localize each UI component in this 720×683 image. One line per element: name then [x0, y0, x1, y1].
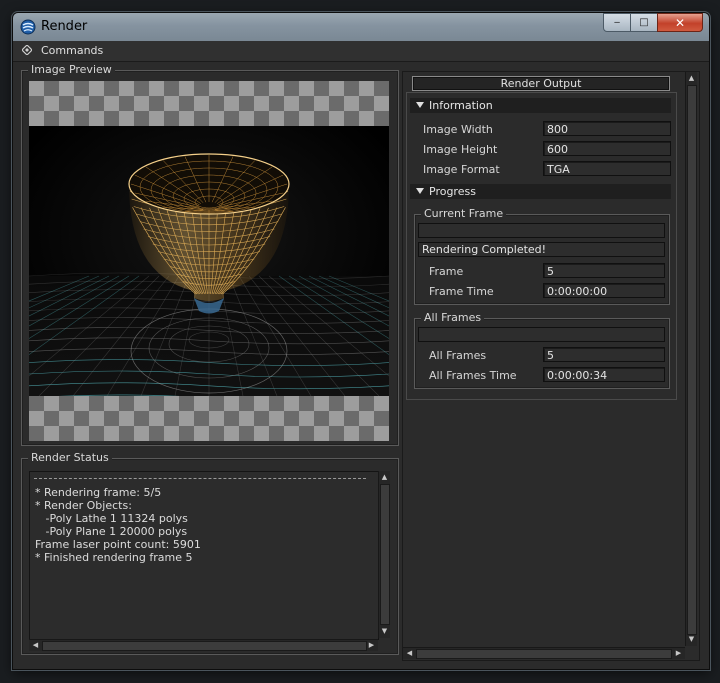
scroll-left-arrow-icon[interactable]: ◀ — [30, 640, 41, 651]
log-line: * Render Objects: — [35, 499, 132, 512]
log-line: * Rendering frame: 5/5 — [35, 486, 162, 499]
scroll-thumb[interactable] — [380, 484, 390, 625]
title-bar[interactable]: Render ‒ □ ✕ — [13, 13, 709, 41]
scroll-up-arrow-icon[interactable]: ▲ — [379, 472, 390, 483]
scroll-down-arrow-icon[interactable]: ▼ — [379, 626, 390, 637]
render-output-title[interactable]: Render Output — [412, 76, 670, 91]
commands-label[interactable]: Commands — [41, 44, 103, 57]
render-status-label: Render Status — [28, 451, 112, 464]
scroll-thumb[interactable] — [687, 85, 697, 635]
log-line: * Finished rendering frame 5 — [35, 551, 193, 564]
render-output-frame — [406, 92, 677, 400]
scroll-up-arrow-icon[interactable]: ▲ — [686, 73, 697, 84]
scroll-thumb[interactable] — [42, 641, 367, 651]
rendered-image — [29, 126, 389, 396]
render-app-icon — [20, 19, 36, 35]
maximize-icon: □ — [639, 17, 649, 28]
minimize-button[interactable]: ‒ — [603, 13, 631, 32]
log-line: Frame laser point count: 5901 — [35, 538, 201, 551]
output-vertical-scrollbar[interactable]: ▲ ▼ — [685, 72, 697, 646]
close-button[interactable]: ✕ — [657, 13, 703, 32]
render-window: Render ‒ □ ✕ Commands Image Preview Rend… — [12, 12, 710, 670]
log-vertical-scrollbar[interactable]: ▲ ▼ — [378, 471, 390, 638]
caption-buttons: ‒ □ ✕ — [603, 13, 703, 32]
log-line: -Poly Plane 1 20000 polys — [35, 525, 188, 538]
scroll-right-arrow-icon[interactable]: ▶ — [673, 648, 684, 659]
output-horizontal-scrollbar[interactable]: ◀ ▶ — [403, 647, 685, 659]
render-status-log[interactable]: * Rendering frame: 5/5 * Render Objects: … — [29, 471, 379, 640]
maximize-button[interactable]: □ — [630, 13, 658, 32]
commands-bar[interactable]: Commands — [13, 41, 709, 62]
scroll-down-arrow-icon[interactable]: ▼ — [686, 634, 697, 645]
scroll-thumb[interactable] — [416, 649, 672, 659]
window-title: Render — [41, 19, 88, 34]
scroll-left-arrow-icon[interactable]: ◀ — [404, 648, 415, 659]
image-preview-label: Image Preview — [28, 63, 115, 76]
log-divider — [34, 478, 366, 479]
log-horizontal-scrollbar[interactable]: ◀ ▶ — [29, 639, 378, 651]
minimize-icon: ‒ — [613, 17, 621, 28]
close-icon: ✕ — [674, 15, 686, 30]
wireframe-render — [29, 126, 389, 396]
log-lines: * Rendering frame: 5/5 * Render Objects: … — [35, 486, 201, 564]
log-line: -Poly Lathe 1 11324 polys — [35, 512, 188, 525]
render-output-panel: Render Output Information Image Width 80… — [402, 71, 700, 661]
scroll-right-arrow-icon[interactable]: ▶ — [366, 640, 377, 651]
diamond-icon[interactable] — [22, 45, 32, 55]
